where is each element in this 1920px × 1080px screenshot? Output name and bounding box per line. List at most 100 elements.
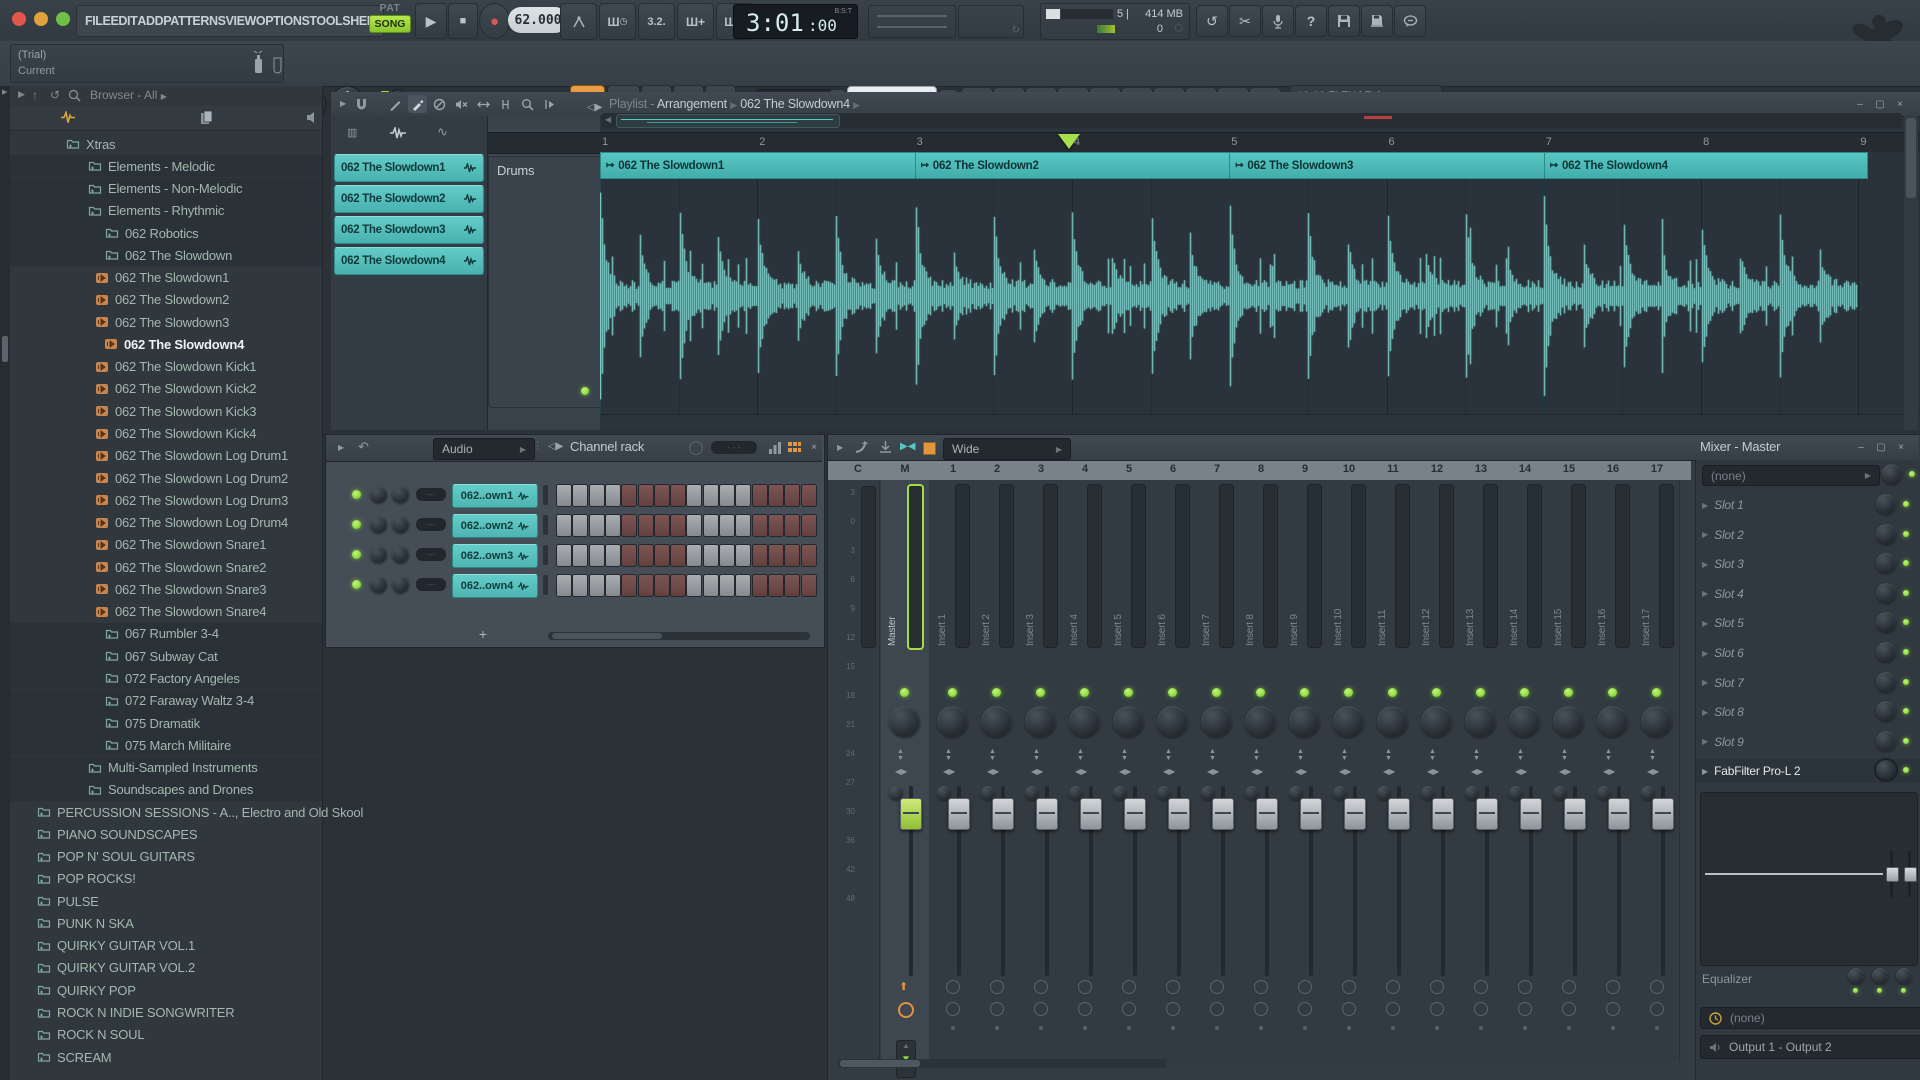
mixer-insert-track[interactable]: Insert 15▲▼◀▶ bbox=[1547, 480, 1592, 1062]
tree-folder-item[interactable]: 062 The Slowdown bbox=[10, 244, 322, 266]
track-swap-arrows[interactable]: ▲▼ bbox=[1033, 748, 1040, 762]
effect-slot[interactable]: ▶Slot 8 bbox=[1696, 700, 1920, 724]
browser-up-icon[interactable]: ↑ bbox=[32, 88, 38, 102]
track-swap-arrows[interactable]: ▲▼ bbox=[1077, 748, 1084, 762]
route-to-master-ring[interactable] bbox=[1122, 980, 1136, 994]
tree-sample-item[interactable]: 062 The Slowdown Kick1 bbox=[10, 356, 322, 378]
volume-fader[interactable] bbox=[948, 798, 970, 830]
volume-fader[interactable] bbox=[1300, 798, 1322, 830]
track-mute-led[interactable] bbox=[1476, 688, 1485, 697]
menu-item-patterns[interactable]: PATTERNS bbox=[163, 14, 225, 28]
wait-input-icon[interactable]: Ш◷ bbox=[599, 3, 636, 40]
track-width-arrows[interactable]: ◀▶ bbox=[1471, 768, 1483, 776]
slot-enable-led[interactable] bbox=[1903, 560, 1909, 566]
mixer-column-header[interactable]: 16 bbox=[1591, 463, 1635, 475]
step-cell[interactable] bbox=[621, 484, 637, 507]
tree-folder-item[interactable]: PERCUSSION SESSIONS - A.., Electro and O… bbox=[10, 801, 322, 823]
tree-sample-item[interactable]: 062 The Slowdown Snare1 bbox=[10, 534, 322, 556]
mixer-insert-track[interactable]: Insert 11▲▼◀▶ bbox=[1371, 480, 1416, 1062]
track-width-arrows[interactable]: ◀▶ bbox=[1119, 768, 1131, 776]
track-swap-arrows[interactable]: ▲▼ bbox=[1253, 748, 1260, 762]
mixer-column-header[interactable]: 12 bbox=[1415, 463, 1459, 475]
channel-target-display[interactable]: --- bbox=[416, 578, 446, 591]
track-pan-knob[interactable] bbox=[1201, 706, 1232, 737]
route-to-master-ring[interactable] bbox=[1078, 980, 1092, 994]
step-cell[interactable] bbox=[654, 574, 670, 597]
track-width-arrows[interactable]: ◀▶ bbox=[1647, 768, 1659, 776]
track-mute-led[interactable] bbox=[1124, 688, 1133, 697]
channel-button[interactable]: 062..own4 bbox=[452, 574, 538, 598]
track-mute-led[interactable] bbox=[1036, 688, 1045, 697]
track-pan-knob[interactable] bbox=[1157, 706, 1188, 737]
playlist-breadcrumb[interactable]: Playlist - Arrangement ▶ 062 The Slowdow… bbox=[609, 97, 860, 111]
playlist-scrollbar[interactable]: ◀ bbox=[602, 113, 1902, 128]
step-cell[interactable] bbox=[621, 514, 637, 537]
track-pan-knob[interactable] bbox=[1509, 706, 1540, 737]
tree-folder-item[interactable]: SCREAM bbox=[10, 1046, 322, 1068]
slip-tool-icon[interactable] bbox=[496, 95, 515, 113]
eq-knob-1[interactable] bbox=[1848, 968, 1864, 984]
step-cell[interactable] bbox=[703, 544, 719, 567]
step-cell[interactable] bbox=[768, 514, 784, 537]
route-to-master-ring[interactable] bbox=[1386, 980, 1400, 994]
step-cell[interactable] bbox=[735, 514, 751, 537]
channel-pan-knob[interactable] bbox=[370, 576, 387, 593]
step-cell[interactable] bbox=[801, 574, 817, 597]
step-cell[interactable] bbox=[638, 574, 654, 597]
effect-slot[interactable]: ▶Slot 3 bbox=[1696, 552, 1920, 576]
step-cell[interactable] bbox=[801, 544, 817, 567]
sidechain-ring[interactable] bbox=[1078, 1002, 1092, 1016]
slot-mix-knob[interactable] bbox=[1876, 494, 1896, 514]
playlist-scroll-handle[interactable] bbox=[616, 114, 840, 128]
mixer-route-icon[interactable] bbox=[855, 440, 871, 454]
track-pan-knob[interactable] bbox=[1025, 706, 1056, 737]
pat-song-toggle[interactable]: PAT SONG bbox=[369, 2, 411, 39]
channel-target-display[interactable]: --- bbox=[416, 548, 446, 561]
volume-fader[interactable] bbox=[1432, 798, 1454, 830]
sidechain-ring[interactable] bbox=[1606, 1002, 1620, 1016]
tree-sample-item[interactable]: 062 The Slowdown1 bbox=[10, 267, 322, 289]
step-cell[interactable] bbox=[703, 484, 719, 507]
mixer-insert-track[interactable]: Insert 2▲▼◀▶ bbox=[975, 480, 1020, 1062]
step-cell[interactable] bbox=[654, 544, 670, 567]
spray-icon[interactable] bbox=[251, 51, 265, 75]
tree-folder-item[interactable]: Soundscapes and Drones bbox=[10, 779, 322, 801]
menu-item-edit[interactable]: EDIT bbox=[110, 14, 137, 28]
mixer-insert-track[interactable]: Insert 13▲▼◀▶ bbox=[1459, 480, 1504, 1062]
mixer-column-header[interactable]: 9 bbox=[1283, 463, 1327, 475]
channel-volume-knob[interactable] bbox=[392, 546, 409, 563]
tree-sample-item[interactable]: 062 The Slowdown3 bbox=[10, 311, 322, 333]
step-cell[interactable] bbox=[572, 484, 588, 507]
track-width-arrows[interactable]: ◀▶ bbox=[1163, 768, 1175, 776]
microphone-icon[interactable] bbox=[1262, 5, 1294, 37]
step-cell[interactable] bbox=[572, 574, 588, 597]
sidechain-ring[interactable] bbox=[1518, 1002, 1532, 1016]
track-swap-arrows[interactable]: ▲▼ bbox=[1473, 748, 1480, 762]
track-width-arrows[interactable]: ◀▶ bbox=[895, 768, 907, 776]
undo-icon[interactable]: ↺ bbox=[1196, 5, 1228, 37]
track-swap-arrows[interactable]: ▲▼ bbox=[897, 748, 904, 762]
slot-mix-knob[interactable] bbox=[1876, 642, 1896, 662]
slot-mix-knob[interactable] bbox=[1876, 524, 1896, 544]
track-swap-arrows[interactable]: ▲▼ bbox=[1385, 748, 1392, 762]
slot-enable-led[interactable] bbox=[1903, 590, 1909, 596]
track-mute-led[interactable] bbox=[1564, 688, 1573, 697]
mixer-column-header[interactable]: 14 bbox=[1503, 463, 1547, 475]
step-cell[interactable] bbox=[768, 574, 784, 597]
step-cell[interactable] bbox=[686, 484, 702, 507]
step-cell[interactable] bbox=[719, 484, 735, 507]
mixer-column-header[interactable]: 6 bbox=[1151, 463, 1195, 475]
sidechain-ring[interactable] bbox=[1034, 1002, 1048, 1016]
stop-button[interactable]: ■ bbox=[448, 3, 478, 39]
plugin-mix-knob[interactable] bbox=[1876, 760, 1896, 780]
route-to-master-ring[interactable] bbox=[1254, 980, 1268, 994]
window-zoom-light[interactable] bbox=[56, 12, 70, 26]
mixer-column-header[interactable]: 11 bbox=[1371, 463, 1415, 475]
step-cell[interactable] bbox=[752, 544, 768, 567]
sidechain-ring[interactable] bbox=[1166, 1002, 1180, 1016]
step-cell[interactable] bbox=[605, 574, 621, 597]
tree-folder-item[interactable]: QUIRKY GUITAR VOL.1 bbox=[10, 935, 322, 957]
channel-button[interactable]: 062..own3 bbox=[452, 544, 538, 568]
browser-tab-samples-icon[interactable] bbox=[60, 111, 76, 124]
tree-folder-item[interactable]: 075 March Militaire bbox=[10, 734, 322, 756]
